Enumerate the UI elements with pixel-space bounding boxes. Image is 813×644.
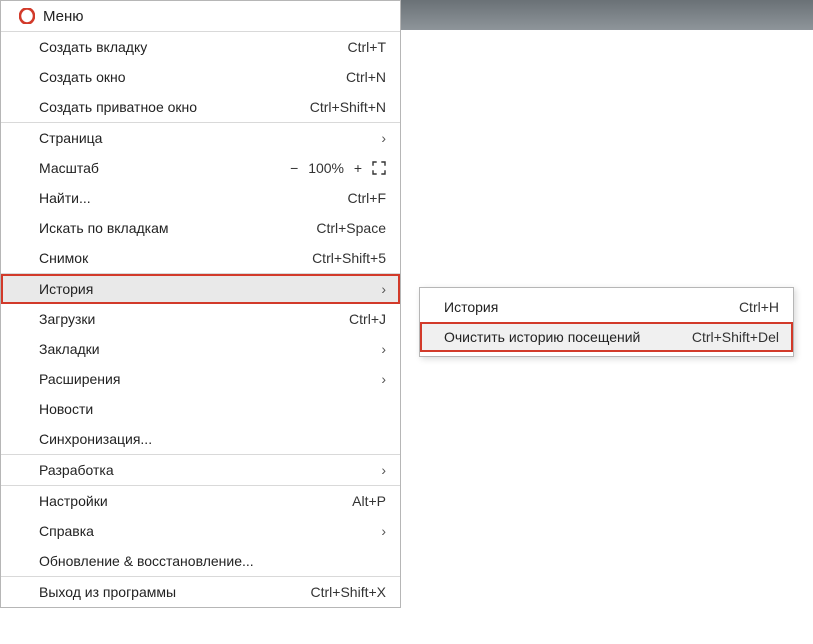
menu-item-settings[interactable]: Настройки Alt+P: [1, 486, 400, 516]
menu-item-news[interactable]: Новости: [1, 394, 400, 424]
menu-item-label: Выход из программы: [39, 584, 303, 600]
window-titlebar: [401, 0, 813, 30]
history-submenu: История Ctrl+H Очистить историю посещени…: [419, 287, 794, 357]
chevron-right-icon: ›: [374, 462, 386, 478]
menu-item-tab-search[interactable]: Искать по вкладкам Ctrl+Space: [1, 213, 400, 243]
main-menu: Меню Создать вкладку Ctrl+T Создать окно…: [0, 0, 401, 608]
menu-title: Меню: [43, 8, 84, 25]
menu-item-find[interactable]: Найти... Ctrl+F: [1, 183, 400, 213]
menu-item-shortcut: Ctrl+T: [348, 39, 387, 55]
menu-item-label: Найти...: [39, 190, 340, 206]
app-root: Меню Создать вкладку Ctrl+T Создать окно…: [0, 0, 813, 644]
menu-item-downloads[interactable]: Загрузки Ctrl+J: [1, 304, 400, 334]
menu-item-label: Создать вкладку: [39, 39, 340, 55]
menu-item-shortcut: Ctrl+Shift+X: [311, 584, 386, 600]
menu-item-label: История: [444, 299, 731, 315]
menu-item-label: Масштаб: [39, 160, 286, 176]
fullscreen-icon[interactable]: [372, 161, 386, 175]
submenu-item-history[interactable]: История Ctrl+H: [420, 292, 793, 322]
menu-item-label: Справка: [39, 523, 366, 539]
chevron-right-icon: ›: [374, 371, 386, 387]
menu-item-update[interactable]: Обновление & восстановление...: [1, 546, 400, 576]
menu-item-exit[interactable]: Выход из программы Ctrl+Shift+X: [1, 577, 400, 607]
menu-item-dev[interactable]: Разработка ›: [1, 455, 400, 485]
menu-item-label: Очистить историю посещений: [444, 329, 684, 345]
menu-item-shortcut: Ctrl+F: [348, 190, 387, 206]
submenu-item-clear-history[interactable]: Очистить историю посещений Ctrl+Shift+De…: [420, 322, 793, 352]
menu-item-shortcut: Ctrl+Shift+N: [310, 99, 386, 115]
menu-item-history[interactable]: История ›: [1, 274, 400, 304]
zoom-in-button[interactable]: +: [350, 160, 366, 176]
menu-item-label: Создать приватное окно: [39, 99, 302, 115]
zoom-value: 100%: [308, 160, 344, 176]
menu-item-label: Новости: [39, 401, 386, 417]
opera-logo-icon: [19, 8, 35, 24]
menu-item-label: Искать по вкладкам: [39, 220, 308, 236]
menu-item-bookmarks[interactable]: Закладки ›: [1, 334, 400, 364]
menu-item-help[interactable]: Справка ›: [1, 516, 400, 546]
menu-item-create-tab[interactable]: Создать вкладку Ctrl+T: [1, 32, 400, 62]
menu-item-label: Настройки: [39, 493, 344, 509]
menu-item-shortcut: Alt+P: [352, 493, 386, 509]
menu-item-label: Расширения: [39, 371, 366, 387]
menu-item-label: Обновление & восстановление...: [39, 553, 386, 569]
zoom-controls: − 100% +: [286, 160, 386, 176]
menu-header: Меню: [1, 1, 400, 31]
zoom-out-button[interactable]: −: [286, 160, 302, 176]
menu-item-shortcut: Ctrl+Shift+5: [312, 250, 386, 266]
chevron-right-icon: ›: [374, 281, 386, 297]
menu-item-label: Создать окно: [39, 69, 338, 85]
menu-item-create-window[interactable]: Создать окно Ctrl+N: [1, 62, 400, 92]
menu-item-shortcut: Ctrl+Space: [316, 220, 386, 236]
menu-item-shortcut: Ctrl+N: [346, 69, 386, 85]
menu-item-label: Закладки: [39, 341, 366, 357]
chevron-right-icon: ›: [374, 130, 386, 146]
menu-item-label: Страница: [39, 130, 366, 146]
menu-item-page[interactable]: Страница ›: [1, 123, 400, 153]
menu-item-label: Снимок: [39, 250, 304, 266]
menu-item-create-private[interactable]: Создать приватное окно Ctrl+Shift+N: [1, 92, 400, 122]
menu-item-label: Синхронизация...: [39, 431, 386, 447]
menu-item-shortcut: Ctrl+J: [349, 311, 386, 327]
menu-item-shortcut: Ctrl+Shift+Del: [692, 329, 779, 345]
menu-item-label: Разработка: [39, 462, 366, 478]
menu-item-snapshot[interactable]: Снимок Ctrl+Shift+5: [1, 243, 400, 273]
menu-item-label: История: [39, 281, 366, 297]
menu-item-shortcut: Ctrl+H: [739, 299, 779, 315]
menu-item-sync[interactable]: Синхронизация...: [1, 424, 400, 454]
menu-item-zoom[interactable]: Масштаб − 100% +: [1, 153, 400, 183]
menu-item-label: Загрузки: [39, 311, 341, 327]
menu-item-extensions[interactable]: Расширения ›: [1, 364, 400, 394]
chevron-right-icon: ›: [374, 341, 386, 357]
chevron-right-icon: ›: [374, 523, 386, 539]
